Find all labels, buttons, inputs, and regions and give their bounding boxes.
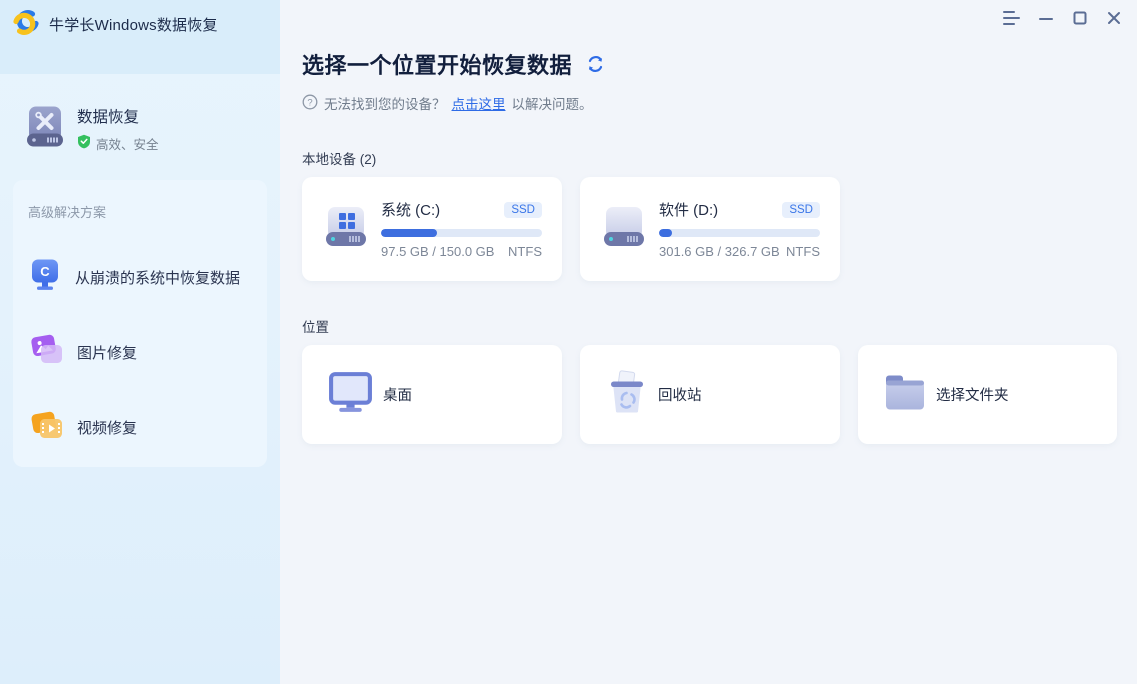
drive-tools-icon [25, 104, 65, 154]
capacity-progress-fill [659, 229, 672, 237]
refresh-icon[interactable] [585, 53, 606, 75]
shield-check-icon [77, 134, 91, 154]
app-logo-icon [12, 9, 40, 41]
maximize-button[interactable] [1069, 7, 1090, 28]
location-cards-row: 桌面 [302, 345, 1137, 444]
location-label: 桌面 [383, 384, 412, 405]
video-repair-icon [28, 408, 64, 447]
sidebar-item-subtitle: 高效、安全 [96, 134, 159, 153]
sidebar-item-label: 视频修复 [77, 417, 137, 438]
app-titlebar: 牛学长Windows数据恢复 [0, 0, 280, 74]
capacity-progress-fill [381, 229, 437, 237]
sidebar-item-data-recovery[interactable]: 数据恢复 高效、安全 [25, 104, 280, 154]
system-drive-icon [322, 203, 370, 256]
folder-icon [883, 372, 927, 418]
menu-button[interactable] [1001, 7, 1022, 28]
location-label: 选择文件夹 [936, 384, 1009, 405]
location-card-select-folder[interactable]: 选择文件夹 [858, 345, 1117, 444]
location-label: 回收站 [658, 384, 702, 405]
location-card-desktop[interactable]: 桌面 [302, 345, 562, 444]
help-row: ? 无法找到您的设备？ 点击这里 以解决问题。 [302, 93, 1137, 113]
sidebar-item-label: 从崩溃的系统中恢复数据 [75, 267, 240, 288]
ssd-badge: SSD [504, 202, 542, 218]
close-button[interactable] [1103, 7, 1124, 28]
device-capacity: 301.6 GB / 326.7 GB [659, 244, 780, 259]
photo-repair-icon [28, 333, 64, 372]
ssd-badge: SSD [782, 202, 820, 218]
sidebar-item-label: 图片修复 [77, 342, 137, 363]
sidebar-item-crashed-system-recovery[interactable]: C 从崩溃的系统中恢复数据 [28, 257, 252, 297]
device-name: 系统 (C:) [381, 199, 440, 220]
help-text-prefix: 无法找到您的设备？ [324, 93, 446, 113]
crashed-system-icon: C [28, 257, 62, 297]
app-title: 牛学长Windows数据恢复 [49, 14, 218, 35]
window-controls [1001, 7, 1124, 28]
capacity-progress-bar [381, 229, 542, 237]
device-name: 软件 (D:) [659, 199, 718, 220]
data-drive-icon [600, 203, 648, 256]
device-cards-row: 系统 (C:) SSD 97.5 GB / 150.0 GB NTFS [302, 177, 1137, 281]
main-content: 选择一个位置开始恢复数据 ? 无法找到您的设备？ 点击这里 以解决问题。 [280, 0, 1137, 684]
location-card-recycle-bin[interactable]: 回收站 [580, 345, 840, 444]
desktop-icon [327, 371, 374, 419]
device-card-system-c[interactable]: 系统 (C:) SSD 97.5 GB / 150.0 GB NTFS [302, 177, 562, 281]
sidebar: 牛学长Windows数据恢复 [0, 0, 280, 684]
device-capacity: 97.5 GB / 150.0 GB [381, 244, 494, 259]
device-card-software-d[interactable]: 软件 (D:) SSD 301.6 GB / 326.7 GB NTFS [580, 177, 840, 281]
advanced-solutions-panel: 高级解决方案 C 从崩溃的系统中恢复数据 [13, 180, 267, 467]
recycle-bin-icon [605, 370, 649, 420]
advanced-solutions-header: 高级解决方案 [28, 202, 252, 221]
capacity-progress-bar [659, 229, 820, 237]
app-window: 牛学长Windows数据恢复 [0, 0, 1137, 684]
sidebar-item-video-repair[interactable]: 视频修复 [28, 408, 252, 447]
question-circle-icon: ? [302, 94, 318, 113]
sidebar-item-photo-repair[interactable]: 图片修复 [28, 333, 252, 372]
local-devices-header: 本地设备 (2) [302, 148, 1137, 168]
minimize-button[interactable] [1035, 7, 1056, 28]
device-filesystem: NTFS [786, 244, 820, 259]
locations-header: 位置 [302, 316, 1137, 336]
svg-text:?: ? [307, 97, 312, 108]
device-filesystem: NTFS [508, 244, 542, 259]
help-link[interactable]: 点击这里 [452, 93, 506, 113]
svg-text:C: C [40, 264, 50, 279]
page-title: 选择一个位置开始恢复数据 [302, 48, 572, 80]
help-text-suffix: 以解决问题。 [512, 93, 593, 113]
sidebar-item-label: 数据恢复 [77, 105, 159, 127]
